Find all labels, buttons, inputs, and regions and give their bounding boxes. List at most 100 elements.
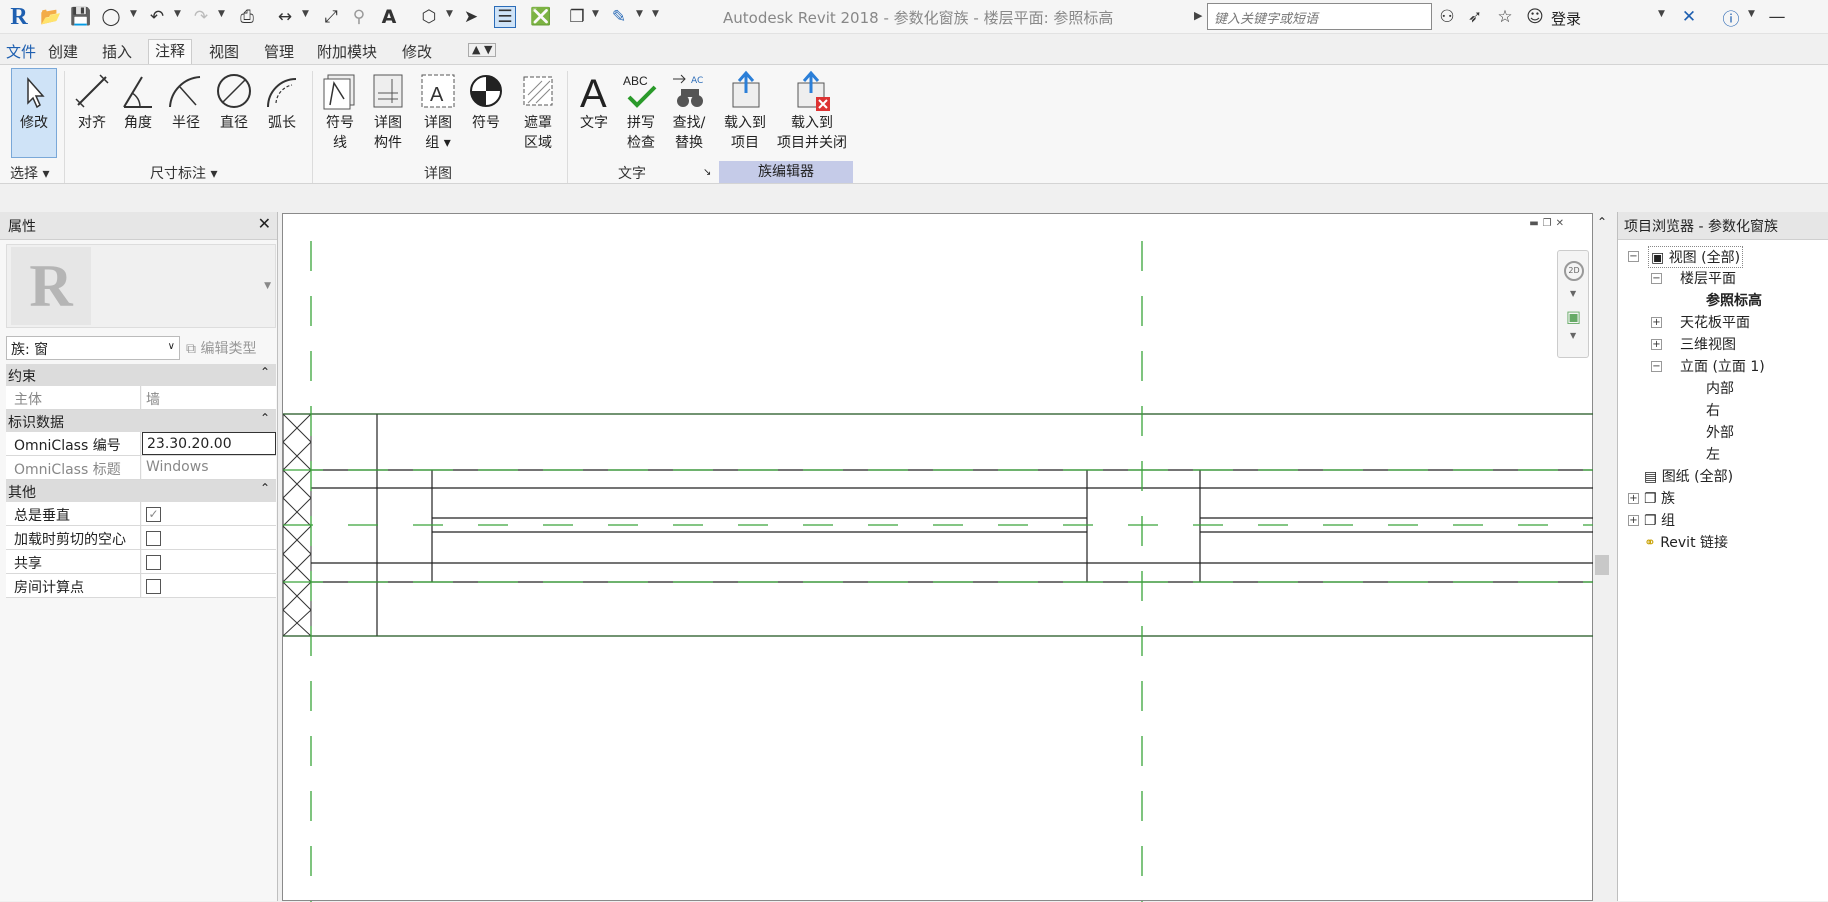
scrollbar-thumb[interactable]: [1595, 555, 1609, 575]
chevron-down-icon[interactable]: ▼: [1748, 9, 1755, 19]
zoom-region-icon[interactable]: ▣: [1566, 307, 1581, 326]
redo-icon[interactable]: ↷: [190, 6, 212, 28]
chevron-down-icon[interactable]: ▼: [1570, 331, 1576, 340]
tab-annotate[interactable]: 注释: [148, 39, 193, 64]
tree-node-views[interactable]: ▣ 视图 (全部): [1648, 246, 1744, 268]
tab-create[interactable]: 创建: [42, 41, 84, 63]
tree-node-ceiling-plans[interactable]: 天花板平面: [1680, 312, 1750, 332]
chevron-up-icon[interactable]: ⌃: [1597, 215, 1607, 229]
3d-view-icon[interactable]: ⬡: [418, 6, 440, 28]
tab-modify[interactable]: 修改: [396, 41, 438, 63]
close-icon[interactable]: ✕: [258, 214, 271, 233]
text-button[interactable]: A 文字: [572, 65, 616, 133]
sync-icon[interactable]: ◯: [100, 6, 122, 28]
section-icon[interactable]: ➤: [460, 6, 482, 28]
undo-icon[interactable]: ↶: [146, 6, 168, 28]
expand-toggle[interactable]: +: [1651, 339, 1662, 350]
section-other[interactable]: 其他 ⌃: [6, 480, 276, 502]
diameter-dimension-button[interactable]: 直径: [212, 65, 256, 133]
tab-addins[interactable]: 附加模块: [311, 41, 383, 63]
help-icon[interactable]: ⓘ: [1720, 6, 1742, 30]
tree-node-groups[interactable]: ❐ 组: [1644, 510, 1675, 530]
modify-button[interactable]: 修改: [11, 68, 57, 158]
ribbon-toggle-icon[interactable]: ▲ ▼: [468, 43, 497, 57]
detail-group-button[interactable]: A 详图组 ▾: [414, 65, 462, 153]
chevron-down-icon[interactable]: ▼: [302, 9, 309, 19]
property-row-shared[interactable]: 共享: [6, 550, 276, 574]
collapse-toggle[interactable]: −: [1651, 273, 1662, 284]
tree-node-sheets[interactable]: ▤ 图纸 (全部): [1644, 466, 1733, 486]
symbol-button[interactable]: 符号: [464, 65, 508, 133]
tree-node-left[interactable]: 左: [1706, 444, 1720, 464]
tree-node-floor-plans[interactable]: 楼层平面: [1680, 268, 1736, 288]
plan-view-drawing[interactable]: [283, 214, 1594, 902]
property-row-room-calculation-point[interactable]: 房间计算点: [6, 574, 276, 598]
aligned-dimension-button[interactable]: 对齐: [70, 65, 114, 133]
tab-manage[interactable]: 管理: [258, 41, 300, 63]
collapse-toggle[interactable]: −: [1651, 361, 1662, 372]
radial-dimension-button[interactable]: 半径: [164, 65, 208, 133]
arc-length-dimension-button[interactable]: 弧长: [260, 65, 304, 133]
shared-checkbox[interactable]: [146, 555, 161, 570]
angular-dimension-button[interactable]: 角度: [116, 65, 160, 133]
detail-component-button[interactable]: 详图 构件: [366, 65, 410, 153]
chevron-down-icon[interactable]: ▼: [636, 9, 643, 19]
tree-node-exterior[interactable]: 外部: [1706, 422, 1734, 442]
property-row-omniclass-number[interactable]: OmniClass 编号 23.30.20.00: [6, 432, 276, 456]
property-row-cut-void[interactable]: 加载时剪切的空心: [6, 526, 276, 550]
masking-region-button[interactable]: 遮罩 区域: [514, 65, 562, 153]
customize-icon[interactable]: ✎: [608, 6, 630, 28]
minimize-icon[interactable]: —: [1766, 6, 1788, 28]
dimension-panel-label[interactable]: 尺寸标注 ▾: [150, 163, 217, 183]
steering-wheel-icon[interactable]: 2D: [1564, 261, 1584, 281]
room-calculation-point-checkbox[interactable]: [146, 579, 161, 594]
chevron-down-icon[interactable]: ▼: [264, 281, 271, 291]
chevron-down-icon[interactable]: ▼: [1570, 289, 1576, 298]
chevron-right-icon[interactable]: ▶: [1194, 9, 1202, 22]
section-constraints[interactable]: 约束 ⌃: [6, 364, 276, 386]
type-selector[interactable]: 族: 窗 ∨: [6, 336, 180, 360]
revit-logo[interactable]: R: [6, 4, 32, 30]
chevron-down-icon[interactable]: ▼: [1658, 9, 1665, 19]
load-into-project-and-close-button[interactable]: 载入到 项目并关闭: [772, 65, 852, 153]
collapse-toggle[interactable]: −: [1628, 251, 1639, 262]
edit-type-button[interactable]: ⧉ 编辑类型: [186, 338, 256, 358]
save-icon[interactable]: 💾: [70, 6, 92, 28]
tree-node-elevations[interactable]: 立面 (立面 1): [1680, 356, 1765, 376]
omniclass-number-field[interactable]: 23.30.20.00: [142, 432, 276, 455]
binoculars-icon[interactable]: ⚇: [1436, 6, 1458, 28]
tree-node-revit-links[interactable]: ⚭ Revit 链接: [1644, 532, 1728, 552]
login-link[interactable]: 登录: [1551, 8, 1581, 29]
switch-windows-icon[interactable]: ❐: [566, 6, 588, 28]
aligned-dimension-icon[interactable]: ⤢: [320, 6, 342, 28]
tree-node-families[interactable]: ❐ 族: [1644, 488, 1675, 508]
chevron-down-icon[interactable]: ▼: [174, 9, 181, 19]
load-into-project-button[interactable]: 载入到 项目: [720, 65, 770, 153]
tag-icon[interactable]: ⚲: [348, 6, 370, 28]
measure-icon[interactable]: ↔: [274, 6, 296, 28]
property-row-always-vertical[interactable]: 总是垂直 ✓: [6, 502, 276, 526]
user-icon[interactable]: ☺: [1524, 6, 1546, 28]
open-icon[interactable]: 📂: [40, 6, 62, 28]
tree-node-right[interactable]: 右: [1706, 400, 1720, 420]
drawing-area[interactable]: ▬❐✕ 2D ▼ ▣ ▼: [282, 213, 1594, 902]
print-icon[interactable]: ⎙: [236, 6, 258, 28]
spelling-button[interactable]: ABC 拼写 检查: [618, 65, 664, 153]
exchange-apps-icon[interactable]: ✕: [1678, 6, 1700, 28]
select-panel-label[interactable]: 选择 ▾: [10, 163, 49, 183]
text-panel-launcher-icon[interactable]: ↘: [703, 167, 711, 178]
cut-void-checkbox[interactable]: [146, 531, 161, 546]
chevron-down-icon[interactable]: ▼: [218, 9, 225, 19]
close-hidden-icon[interactable]: ❎: [530, 6, 552, 28]
view-window-controls[interactable]: ▬❐✕: [1529, 218, 1568, 229]
symbolic-line-button[interactable]: 符号线: [318, 65, 362, 153]
expand-toggle[interactable]: +: [1628, 515, 1639, 526]
expand-toggle[interactable]: +: [1628, 493, 1639, 504]
tab-file[interactable]: 文件: [0, 41, 42, 63]
find-replace-button[interactable]: AC 查找/替换: [666, 65, 712, 153]
subscription-icon[interactable]: ➶: [1464, 6, 1486, 28]
vertical-scrollbar[interactable]: ⌃: [1593, 213, 1613, 901]
tab-view[interactable]: 视图: [203, 41, 245, 63]
quick-access-menu-icon[interactable]: ▼: [652, 9, 659, 19]
thin-lines-icon[interactable]: ☰: [494, 6, 516, 28]
